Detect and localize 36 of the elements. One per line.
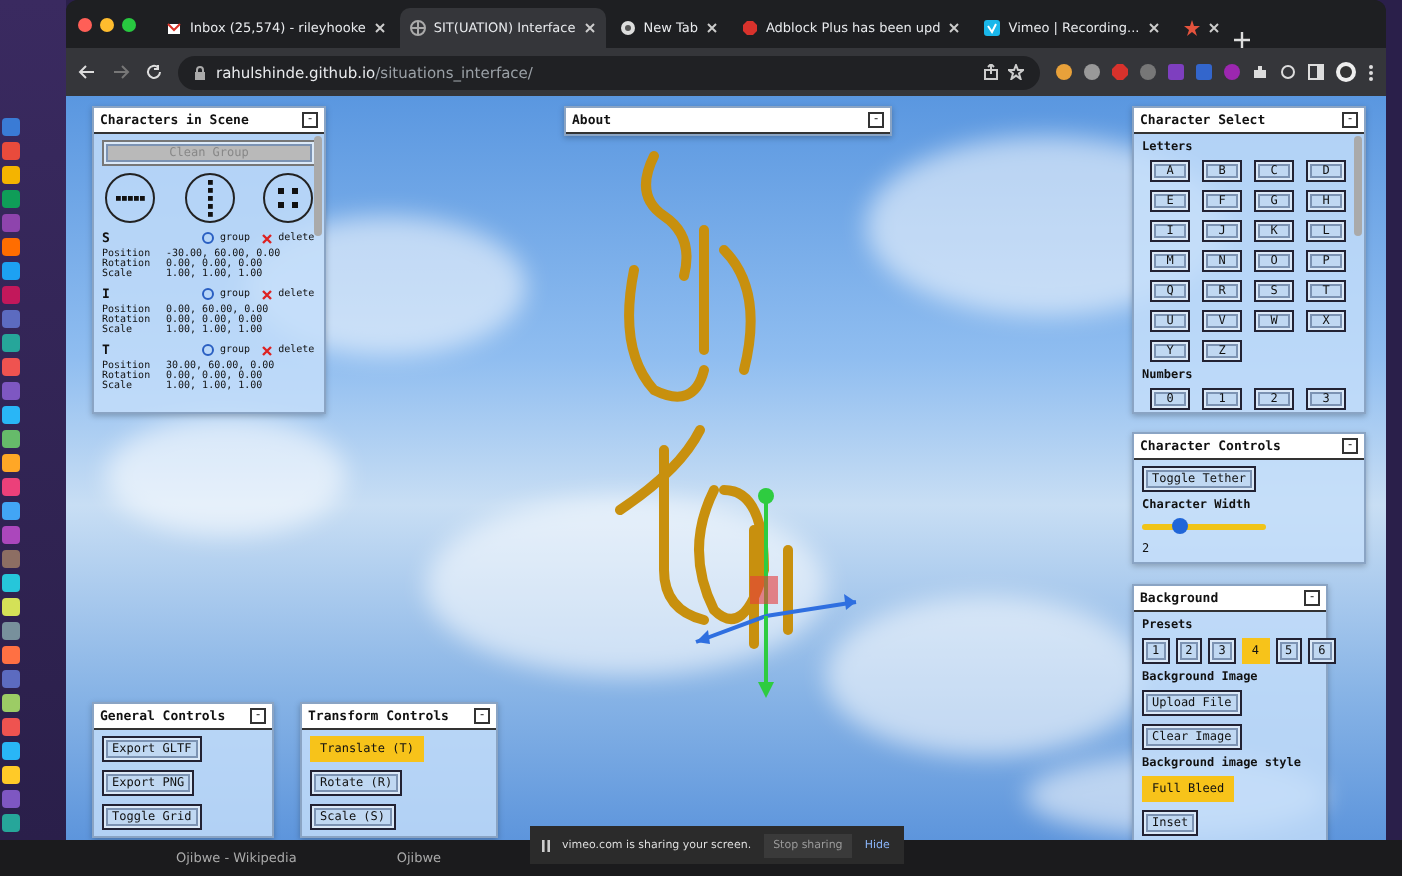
side-panel-icon[interactable] (1308, 64, 1324, 80)
reload-icon[interactable] (146, 64, 162, 80)
close-icon[interactable] (1207, 22, 1220, 34)
stop-sign-icon (741, 20, 758, 36)
browser-logo-icon (619, 20, 636, 36)
vertical-layout-icon[interactable] (183, 172, 235, 224)
scrollbar[interactable] (314, 136, 322, 236)
menu-icon[interactable] (1368, 63, 1374, 81)
close-icon[interactable] (1147, 22, 1160, 34)
minimize-window-icon[interactable] (100, 17, 114, 31)
pause-icon (542, 839, 550, 851)
new-tab-icon[interactable] (1233, 32, 1250, 48)
globe-icon (409, 20, 426, 36)
cross-icon (262, 233, 273, 243)
close-icon[interactable] (373, 22, 386, 34)
profile-avatar-icon[interactable] (1336, 62, 1356, 82)
close-icon[interactable] (583, 22, 596, 34)
mail-icon (166, 20, 182, 36)
grid-layout-icon[interactable] (262, 172, 314, 224)
lock-icon (194, 65, 206, 79)
slider-thumb[interactable] (1171, 518, 1188, 534)
cross-icon (262, 345, 273, 355)
forward-icon[interactable] (112, 64, 130, 80)
horizontal-layout-icon[interactable] (104, 172, 156, 224)
bookmark-star-icon[interactable] (1008, 64, 1024, 80)
close-icon[interactable] (705, 22, 718, 34)
v-logo-icon (984, 20, 1001, 36)
star-icon (1183, 20, 1200, 36)
share-icon[interactable] (984, 64, 998, 80)
back-icon[interactable] (78, 64, 96, 80)
close-icon[interactable] (948, 22, 961, 34)
scrollbar[interactable] (1354, 136, 1362, 236)
close-window-icon[interactable] (78, 17, 92, 31)
maximize-window-icon[interactable] (122, 17, 136, 31)
cross-icon (262, 289, 273, 299)
character-width-slider[interactable] (1142, 524, 1266, 530)
